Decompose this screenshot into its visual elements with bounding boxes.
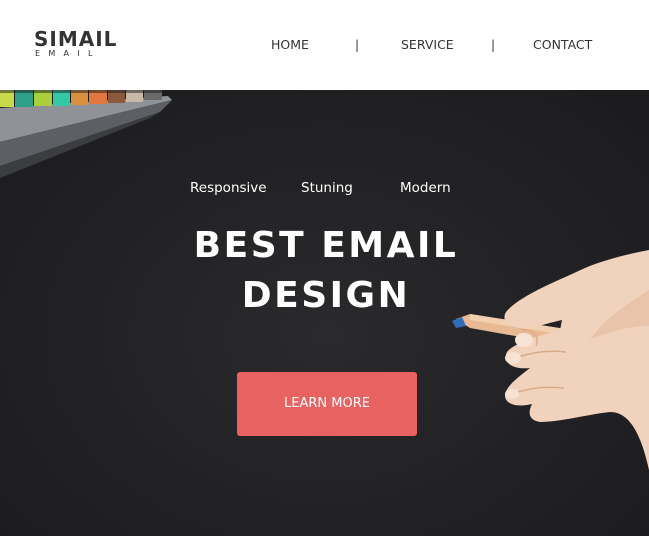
logo-sub-text: EMAIL (35, 49, 101, 58)
nav-home-link[interactable]: HOME (271, 37, 309, 53)
hero-headline-line1: BEST EMAIL (193, 225, 459, 266)
nav-separator: | (491, 38, 496, 52)
nav-service-link[interactable]: SERVICE (401, 37, 454, 53)
tagline-stuning: Stuning (301, 180, 353, 196)
tagline-responsive: Responsive (190, 180, 267, 196)
logo-main-text: SIMAIL (34, 27, 118, 51)
colored-pencils-tray-image (0, 90, 172, 178)
nav-contact-link[interactable]: CONTACT (533, 37, 592, 53)
site-header: SIMAIL EMAIL HOME | SERVICE | CONTACT (0, 0, 649, 90)
hero-headline-line2: DESIGN (241, 275, 411, 316)
site-logo[interactable]: SIMAIL EMAIL (34, 27, 124, 67)
hero-section: Responsive Stuning Modern BEST EMAIL DES… (0, 90, 649, 536)
nav-separator: | (355, 38, 360, 52)
tagline-modern: Modern (400, 180, 451, 196)
learn-more-button[interactable]: LEARN MORE (237, 372, 417, 436)
